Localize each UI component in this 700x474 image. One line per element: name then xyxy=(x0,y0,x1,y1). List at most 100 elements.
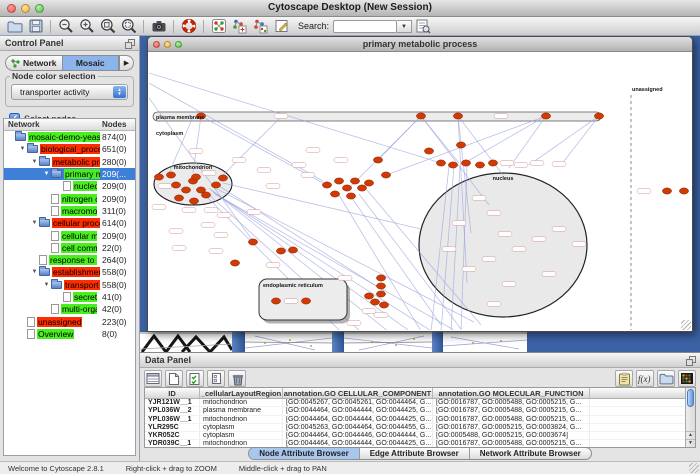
network-view-window[interactable]: primary metabolic process plasma membran… xyxy=(147,36,693,332)
folder-icon xyxy=(39,219,50,227)
zoom-fit-button[interactable] xyxy=(97,18,118,35)
search-options-button[interactable] xyxy=(412,18,433,35)
select-all-attributes-button[interactable] xyxy=(186,370,204,387)
tree-row[interactable]: mosaic-demo-yeast874(0) xyxy=(4,131,135,143)
tree-row[interactable]: unassigned223(0) xyxy=(4,315,135,327)
disclosure-triangle[interactable]: ▼ xyxy=(18,146,27,152)
table-scrollbar[interactable]: ▲▼ xyxy=(685,388,695,447)
network-view-titlebar[interactable]: primary metabolic process xyxy=(148,37,692,52)
column-header[interactable]: annotation.GO CELLULAR_COMPONENT xyxy=(283,388,433,398)
tree-column-nodes: Nodes xyxy=(102,119,126,131)
view-minimize-button[interactable] xyxy=(164,41,171,48)
zoom-out-icon xyxy=(58,18,74,34)
tree-row[interactable]: multi-organism pro42(0) xyxy=(4,303,135,315)
disclosure-triangle[interactable]: ▼ xyxy=(42,282,51,288)
tab-network-attribute-browser[interactable]: Network Attribute Browser xyxy=(470,448,591,459)
new-network-from-selection-button[interactable] xyxy=(250,18,271,35)
save-icon xyxy=(28,18,44,34)
float-panel-icon[interactable] xyxy=(125,39,135,52)
scrollbar-arrows[interactable]: ▲▼ xyxy=(686,431,695,447)
copy-network-button[interactable] xyxy=(229,18,250,35)
scrollbar-thumb[interactable] xyxy=(687,389,694,407)
tree-row[interactable]: nucleobase-209(0) xyxy=(4,180,135,192)
tree-node-label: multi-organism pro xyxy=(61,304,97,314)
disclosure-triangle[interactable]: ▼ xyxy=(30,220,39,226)
more-tabs-button[interactable]: ▶ xyxy=(119,55,134,71)
heatmap-matrix-icon xyxy=(680,372,694,385)
view-resize-grip[interactable] xyxy=(681,320,691,330)
view-close-button[interactable] xyxy=(153,41,160,48)
view-zoom-button[interactable] xyxy=(175,41,182,48)
table-row[interactable]: YLR295Ccytoplasm[GO:0045263, GO:0044464,… xyxy=(145,424,695,432)
attribute-editor-button[interactable] xyxy=(615,370,633,387)
app-resize-grip[interactable] xyxy=(689,463,699,473)
tree-row[interactable]: ▼transport558(0) xyxy=(4,279,135,291)
zoom-in-button[interactable] xyxy=(76,18,97,35)
function-builder-icon: f(x) xyxy=(637,372,653,385)
region-label: unassigned xyxy=(632,87,663,93)
tab-mosaic[interactable]: Mosaic xyxy=(62,55,120,71)
tree-row[interactable]: ▼biological_process651(0) xyxy=(4,143,135,155)
node-count: 209(... xyxy=(102,169,126,179)
node-color-select[interactable]: transporter activity ▲▼ xyxy=(11,84,128,100)
window-titlebar[interactable]: Cytoscape Desktop (New Session) xyxy=(0,0,700,17)
zoom-button[interactable] xyxy=(35,4,44,13)
tree-row[interactable]: ▼cellular process614(0) xyxy=(4,217,135,229)
file-icon xyxy=(27,329,35,339)
tree-row[interactable]: secretion41(0) xyxy=(4,291,135,303)
search-input[interactable] xyxy=(333,20,397,33)
help-button[interactable] xyxy=(178,18,199,35)
import-attributes-button[interactable] xyxy=(657,370,675,387)
tree-row[interactable]: ▼metabolic process280(0) xyxy=(4,156,135,168)
unselect-all-attributes-button[interactable] xyxy=(207,370,225,387)
column-header[interactable]: _cellularLayoutRegion xyxy=(200,388,283,398)
table-row[interactable]: YKR052Ccytoplasm[GO:0044464, GO:0044446,… xyxy=(145,432,695,440)
open-file-button[interactable] xyxy=(4,18,25,35)
snapshot-button[interactable] xyxy=(148,18,169,35)
annotation-button[interactable] xyxy=(271,18,292,35)
attribute-table[interactable]: ID_cellularLayoutRegionannotation.GO CEL… xyxy=(144,387,696,448)
close-button[interactable] xyxy=(7,4,16,13)
formula-builder-button[interactable]: f(x) xyxy=(636,370,654,387)
tree-row[interactable]: cellular metabo209(0) xyxy=(4,229,135,241)
select-attributes-button[interactable] xyxy=(144,370,162,387)
folder-icon xyxy=(15,133,26,141)
save-session-button[interactable] xyxy=(25,18,46,35)
table-row[interactable]: YPL036W__2plasma membrane[GO:0044464, GO… xyxy=(145,407,695,415)
tab-network[interactable]: Network xyxy=(5,55,62,71)
tree-row[interactable]: ▼establishment of lo558(0) xyxy=(4,266,135,278)
control-panel: Control Panel Network Mosaic ▶ Node colo… xyxy=(0,36,140,461)
node-count: 558(0) xyxy=(102,267,127,277)
table-cell: [GO:0045267, GO:0045261, GO:0044464, G..… xyxy=(283,399,433,406)
table-row[interactable]: YPL036W__1mitochondrion[GO:0044464, GO:0… xyxy=(145,416,695,424)
tab-edge-attribute-browser[interactable]: Edge Attribute Browser xyxy=(360,448,470,459)
tree-row[interactable]: macromolecule311(0) xyxy=(4,205,135,217)
network-tree-header[interactable]: Network Nodes xyxy=(4,119,135,131)
column-header[interactable]: annotation.GO MOLECULAR_FUNCTION xyxy=(433,388,590,398)
zoom-selected-button[interactable] xyxy=(118,18,139,35)
delete-attribute-trash-icon xyxy=(230,372,244,386)
table-row[interactable]: YJR121W__1mitochondrion[GO:0045267, GO:0… xyxy=(145,399,695,407)
attr-table-header: ID_cellularLayoutRegionannotation.GO CEL… xyxy=(145,388,695,399)
tree-row[interactable]: nitrogen compo209(0) xyxy=(4,192,135,204)
disclosure-triangle[interactable]: ▼ xyxy=(42,171,51,177)
search-dropdown-button[interactable]: ▼ xyxy=(397,20,412,33)
tab-node-attribute-browser[interactable]: Node Attribute Browser xyxy=(249,448,360,459)
minimize-button[interactable] xyxy=(21,4,30,13)
network-overview-button[interactable] xyxy=(208,18,229,35)
create-attribute-button[interactable] xyxy=(165,370,183,387)
zoom-out-button[interactable] xyxy=(55,18,76,35)
column-header[interactable]: ID xyxy=(145,388,200,398)
table-cell: YLR295C xyxy=(145,424,200,431)
disclosure-triangle[interactable]: ▼ xyxy=(30,159,39,165)
tree-row[interactable]: response to stimulu264(0) xyxy=(4,254,135,266)
delete-attribute-button[interactable] xyxy=(228,370,246,387)
tree-row[interactable]: cell communicat22(0) xyxy=(4,242,135,254)
tree-row[interactable]: ▼primary metabo209(... xyxy=(4,168,135,180)
tree-row[interactable]: Overview8(0) xyxy=(4,328,135,340)
attribute-matrix-button[interactable] xyxy=(678,370,696,387)
float-panel-icon[interactable] xyxy=(686,356,696,369)
network-canvas[interactable]: plasma membranecytoplasmmitochondrionnuc… xyxy=(149,53,691,330)
disclosure-triangle[interactable]: ▼ xyxy=(30,269,39,275)
node-count: 209(0) xyxy=(102,194,127,204)
